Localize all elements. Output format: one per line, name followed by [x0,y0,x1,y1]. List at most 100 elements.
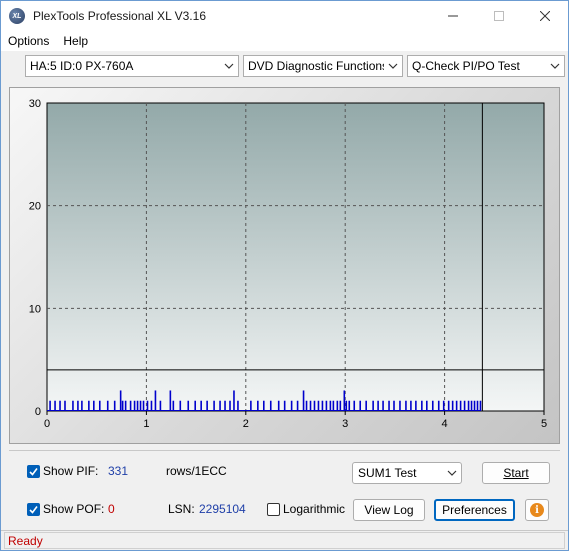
plot-area [46,102,545,412]
lsn-label: LSN: [168,502,195,516]
chevron-down-icon [443,470,461,476]
chart-bar [393,400,395,411]
pif-value: 331 [108,464,129,478]
close-button[interactable] [522,1,568,31]
function-select-value: DVD Diagnostic Functions [248,59,384,73]
chart-bar [467,400,470,411]
chart-bar [365,400,367,411]
lsn-value: 2295104 [199,502,246,516]
test-select[interactable]: Q-Check PI/PO Test [407,55,565,77]
chart-bar [343,390,346,411]
controls-panel: Show PIF: 331 rows/1ECC Show POF: 0 LSN:… [9,450,560,528]
chart-bar [219,400,221,411]
sum-test-value: SUM1 Test [358,466,417,480]
chart-bar [431,400,434,411]
pof-value: 0 [108,502,115,516]
chart-bar [269,400,272,411]
chart-bar [410,400,412,411]
chart-bar [124,400,127,411]
logarithmic-checkbox[interactable] [267,503,280,516]
chart-bar [121,400,124,411]
info-button[interactable]: i [525,499,549,521]
chart-bar [54,400,56,411]
chart-bar [451,400,454,411]
drive-select[interactable]: HA:5 ID:0 PX-760A [25,55,239,77]
y-tick-label: 20 [29,201,41,213]
sum-test-select[interactable]: SUM1 Test [352,462,462,484]
chart-bar [302,390,305,411]
chart-bar [353,400,356,411]
chart-bar [146,400,149,411]
preferences-button[interactable]: Preferences [434,499,515,521]
status-text: Ready [8,533,43,548]
chart-bar [277,400,280,411]
maximize-icon [494,11,504,21]
chart-bar [317,400,320,411]
chart-bar [283,400,286,411]
chart-bar [382,400,384,411]
title-bar: XL PlexTools Professional XL V3.16 [1,1,568,31]
maximize-button[interactable] [476,1,522,31]
chart-bar [325,400,328,411]
menu-options[interactable]: Options [1,34,56,48]
chart-bar [213,400,215,411]
chart-bar [348,400,351,411]
info-icon: i [530,503,544,517]
x-tick-label: 2 [243,418,249,430]
chart-bar [172,400,175,411]
chevron-down-icon [546,56,564,76]
chart-bar [250,400,252,411]
chart-bar [72,400,74,411]
chart-bar [159,400,162,411]
chart-bar [377,400,379,411]
close-icon [540,11,550,21]
view-log-button[interactable]: View Log [353,499,425,521]
app-logo-icon: XL [9,8,25,24]
x-tick-label: 5 [541,418,547,430]
show-pof-checkbox[interactable] [27,503,40,516]
chart-bar [49,400,51,411]
chart-bar [113,400,116,411]
chart-bar [169,390,172,411]
chart-bar [179,400,182,411]
y-tick-label: 10 [29,303,41,315]
chevron-down-icon [384,56,402,76]
chart-bar [437,400,440,411]
function-select[interactable]: DVD Diagnostic Functions [243,55,403,77]
start-button[interactable]: Start [482,462,550,484]
chart-bar [187,400,190,411]
chart-bar [93,400,95,411]
menu-help[interactable]: Help [56,34,95,48]
chart-bar [206,400,208,411]
chart-bar [426,400,428,411]
chart-bar [321,400,324,411]
chart-bar [470,400,473,411]
chart-bar [233,390,235,411]
chart-bar [415,400,417,411]
chart-bar [405,400,407,411]
y-tick-label: 0 [35,406,41,418]
menu-bar: Options Help [1,31,568,51]
chart-bar [329,400,332,411]
view-log-button-label: View Log [364,503,414,517]
chart-bar [98,400,101,411]
chevron-down-icon [220,56,238,76]
show-pif-checkbox[interactable] [27,465,40,478]
chart-bar [77,400,79,411]
chart-bar [290,400,293,411]
start-button-label: Start [503,466,529,480]
window-title: PlexTools Professional XL V3.16 [33,9,206,23]
chart-bar [136,400,139,411]
chart-bar [442,400,445,411]
chart-bar [305,400,308,411]
chart-bar [237,400,239,411]
checkmark-icon [29,506,38,514]
minimize-button[interactable] [430,1,476,31]
chart-bar [345,400,348,411]
show-pof-label: Show POF: [43,502,105,516]
chart-bar [313,400,316,411]
status-bar: Ready [1,530,568,550]
chart-bar [447,400,450,411]
chart-bar [463,400,466,411]
chart-bar [194,400,197,411]
